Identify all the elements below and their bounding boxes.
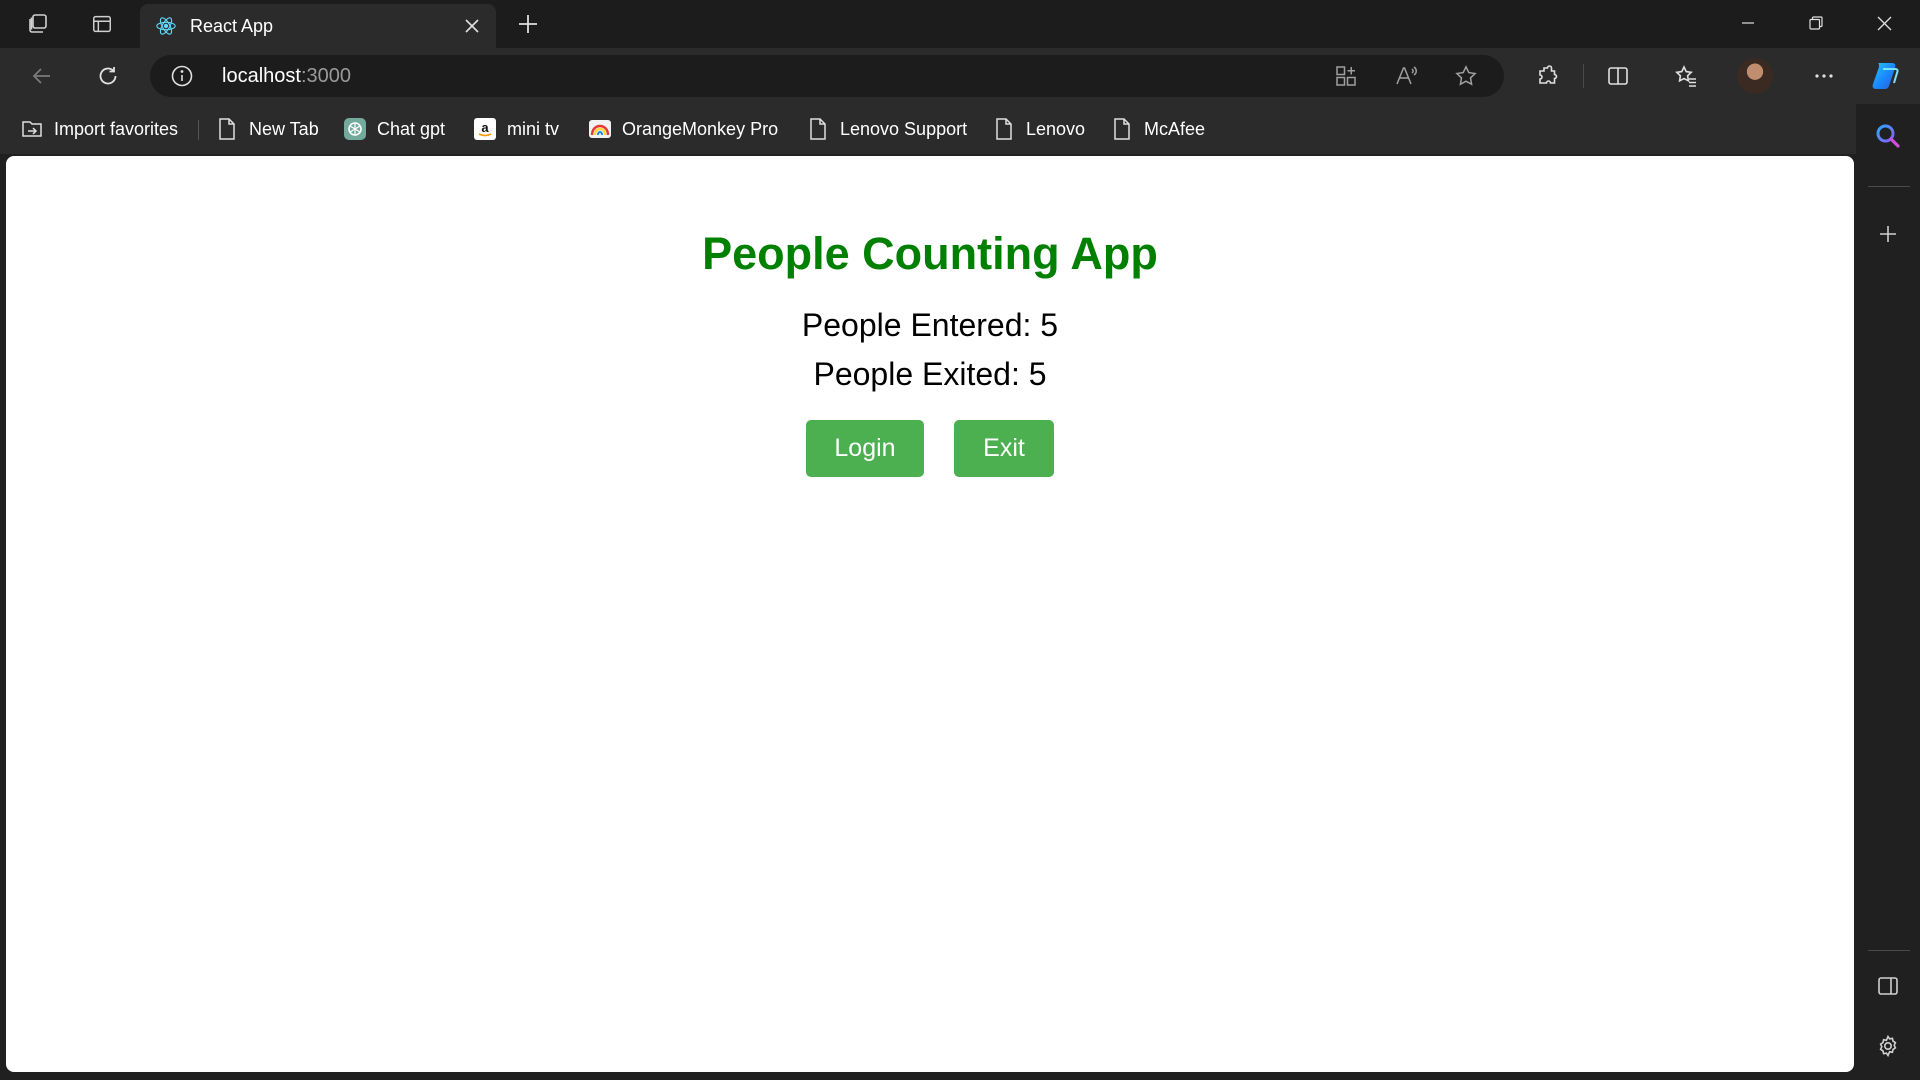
more-dots-icon [1815, 74, 1833, 78]
restore-icon [1809, 16, 1823, 30]
sidebar-toggle-icon [1878, 977, 1898, 995]
page-icon [1110, 117, 1134, 141]
split-screen-icon [1608, 67, 1628, 85]
bookmark-label: New Tab [249, 118, 319, 139]
close-icon [1877, 16, 1891, 30]
url-port: :3000 [300, 65, 351, 87]
sidebar-settings-button[interactable] [1868, 1026, 1908, 1066]
bookmark-orangemonkey-pro[interactable]: OrangeMonkey Pro [588, 115, 778, 143]
favorites-bar: Import favorites New Tab Chat gpt a mini… [0, 104, 1860, 154]
workspaces-button[interactable] [18, 6, 58, 42]
bookmark-lenovo[interactable]: Lenovo [992, 115, 1085, 143]
bookmark-label: Lenovo Support [840, 118, 968, 139]
import-favorites-icon [20, 117, 44, 141]
sidebar-search-button[interactable] [1868, 116, 1908, 156]
page-icon [806, 117, 830, 141]
close-window-button[interactable] [1850, 0, 1918, 46]
action-buttons: Login Exit [6, 420, 1854, 477]
tab-title: React App [190, 15, 274, 36]
workspaces-icon [29, 14, 47, 33]
bookmark-mcafee[interactable]: McAfee [1110, 115, 1205, 143]
bookmark-label: Import favorites [54, 118, 179, 139]
refresh-button[interactable] [88, 56, 128, 96]
react-icon [154, 14, 178, 38]
plus-icon [1880, 226, 1896, 242]
bookmark-import-favorites[interactable]: Import favorites [20, 115, 178, 143]
minimize-button[interactable] [1714, 0, 1782, 46]
search-icon [1876, 124, 1900, 148]
copilot-button[interactable] [1866, 56, 1906, 96]
people-counting-app: People Counting App People Entered: 5 Pe… [6, 228, 1854, 477]
browser-toolbar: localhost:3000 [0, 48, 1920, 104]
extensions-icon [1539, 65, 1558, 84]
sidebar-add-button[interactable] [1868, 214, 1908, 254]
page-icon [992, 117, 1016, 141]
copilot-icon [1872, 63, 1899, 89]
tab-strip: React App [0, 0, 1920, 48]
gear-icon [1879, 1034, 1897, 1058]
sidebar-divider [1868, 186, 1910, 187]
extensions-button[interactable] [1527, 56, 1567, 96]
sidebar [1856, 104, 1920, 1080]
bookmark-lenovo-support[interactable]: Lenovo Support [806, 115, 967, 143]
exit-button[interactable]: Exit [954, 420, 1054, 477]
bookmark-mini-tv[interactable]: a mini tv [473, 115, 559, 143]
chatgpt-icon [343, 117, 367, 141]
hide-sidebar-button[interactable] [1868, 966, 1908, 1006]
tab-react-app[interactable]: React App [140, 4, 496, 48]
url-text: localhost:3000 [222, 65, 351, 88]
back-button[interactable] [22, 56, 62, 96]
site-info-icon[interactable] [170, 64, 194, 88]
people-exited-count: People Exited: 5 [813, 356, 1047, 392]
settings-more-button[interactable] [1804, 56, 1844, 96]
bookmark-chat-gpt[interactable]: Chat gpt [343, 115, 445, 143]
sidebar-divider [1868, 950, 1910, 951]
svg-text:a: a [481, 120, 489, 135]
tab-close-button[interactable] [456, 10, 488, 42]
profile-avatar[interactable] [1737, 58, 1773, 94]
bookmark-label: OrangeMonkey Pro [622, 118, 779, 139]
close-icon [465, 19, 479, 33]
plus-icon [519, 15, 537, 33]
bookmark-label: McAfee [1144, 118, 1206, 139]
page-viewport: People Counting App People Entered: 5 Pe… [6, 156, 1854, 1072]
minimize-icon [1742, 22, 1754, 24]
split-screen-button[interactable] [1598, 56, 1638, 96]
back-arrow-icon [32, 68, 50, 84]
read-aloud-icon[interactable] [1394, 64, 1418, 88]
address-bar[interactable]: localhost:3000 [150, 55, 1504, 97]
new-tab-button[interactable] [508, 6, 548, 42]
bookmarks-separator [198, 120, 199, 140]
page-title: People Counting App [702, 228, 1158, 279]
app-available-icon[interactable] [1334, 64, 1358, 88]
toolbar-separator [1583, 64, 1584, 88]
favorites-button[interactable] [1666, 56, 1706, 96]
login-button[interactable]: Login [806, 420, 924, 477]
restore-button[interactable] [1782, 0, 1850, 46]
amazon-icon: a [473, 117, 497, 141]
people-entered-count: People Entered: 5 [801, 307, 1059, 343]
bookmark-label: mini tv [507, 118, 560, 139]
tab-actions-icon [93, 15, 111, 33]
bookmark-label: Chat gpt [377, 118, 446, 139]
favorite-star-icon[interactable] [1454, 64, 1478, 88]
bookmark-label: Lenovo [1026, 118, 1086, 139]
page-icon [215, 117, 239, 141]
vertical-tabs-button[interactable] [82, 6, 122, 42]
url-host: localhost [222, 65, 301, 87]
bookmark-new-tab[interactable]: New Tab [215, 115, 319, 143]
orangemonkey-icon [588, 117, 612, 141]
favorites-list-icon [1675, 65, 1696, 87]
refresh-icon [99, 67, 117, 85]
